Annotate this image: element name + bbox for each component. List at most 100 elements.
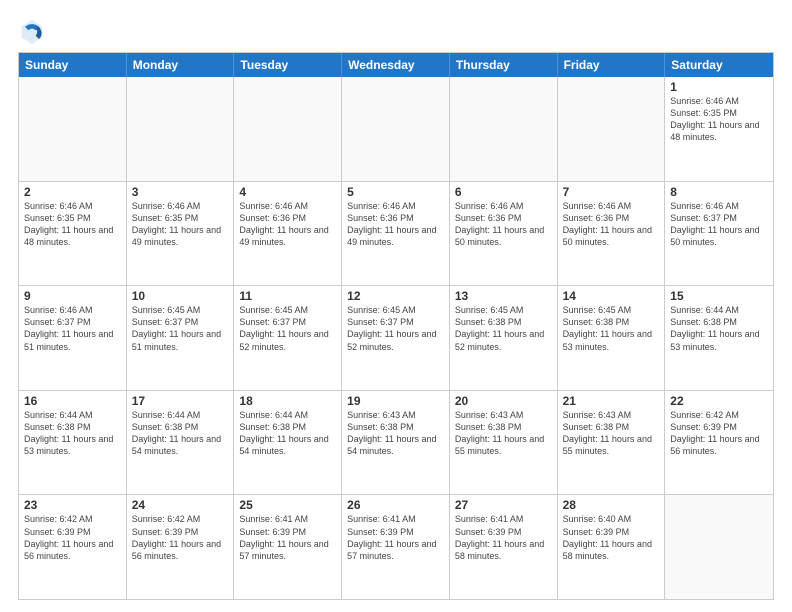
calendar-cell: 19Sunrise: 6:43 AM Sunset: 6:38 PM Dayli… — [342, 391, 450, 495]
cell-info: Sunrise: 6:43 AM Sunset: 6:38 PM Dayligh… — [563, 409, 660, 458]
calendar-cell: 27Sunrise: 6:41 AM Sunset: 6:39 PM Dayli… — [450, 495, 558, 599]
cell-info: Sunrise: 6:46 AM Sunset: 6:37 PM Dayligh… — [670, 200, 768, 249]
header-day-tuesday: Tuesday — [234, 53, 342, 77]
calendar: SundayMondayTuesdayWednesdayThursdayFrid… — [18, 52, 774, 600]
calendar-row-0: 1Sunrise: 6:46 AM Sunset: 6:35 PM Daylig… — [19, 77, 773, 181]
cell-info: Sunrise: 6:44 AM Sunset: 6:38 PM Dayligh… — [132, 409, 229, 458]
day-number: 5 — [347, 185, 444, 199]
day-number: 9 — [24, 289, 121, 303]
calendar-cell: 25Sunrise: 6:41 AM Sunset: 6:39 PM Dayli… — [234, 495, 342, 599]
calendar-cell: 22Sunrise: 6:42 AM Sunset: 6:39 PM Dayli… — [665, 391, 773, 495]
calendar-cell: 26Sunrise: 6:41 AM Sunset: 6:39 PM Dayli… — [342, 495, 450, 599]
cell-info: Sunrise: 6:41 AM Sunset: 6:39 PM Dayligh… — [239, 513, 336, 562]
header-day-friday: Friday — [558, 53, 666, 77]
day-number: 11 — [239, 289, 336, 303]
cell-info: Sunrise: 6:46 AM Sunset: 6:37 PM Dayligh… — [24, 304, 121, 353]
calendar-cell: 18Sunrise: 6:44 AM Sunset: 6:38 PM Dayli… — [234, 391, 342, 495]
cell-info: Sunrise: 6:41 AM Sunset: 6:39 PM Dayligh… — [455, 513, 552, 562]
header-day-thursday: Thursday — [450, 53, 558, 77]
generalblue-logo-icon — [18, 18, 46, 46]
cell-info: Sunrise: 6:41 AM Sunset: 6:39 PM Dayligh… — [347, 513, 444, 562]
cell-info: Sunrise: 6:42 AM Sunset: 6:39 PM Dayligh… — [670, 409, 768, 458]
day-number: 6 — [455, 185, 552, 199]
cell-info: Sunrise: 6:46 AM Sunset: 6:35 PM Dayligh… — [670, 95, 768, 144]
calendar-cell: 7Sunrise: 6:46 AM Sunset: 6:36 PM Daylig… — [558, 182, 666, 286]
day-number: 20 — [455, 394, 552, 408]
header — [18, 18, 774, 46]
day-number: 13 — [455, 289, 552, 303]
day-number: 16 — [24, 394, 121, 408]
cell-info: Sunrise: 6:46 AM Sunset: 6:35 PM Dayligh… — [132, 200, 229, 249]
day-number: 14 — [563, 289, 660, 303]
day-number: 26 — [347, 498, 444, 512]
calendar-row-4: 23Sunrise: 6:42 AM Sunset: 6:39 PM Dayli… — [19, 494, 773, 599]
calendar-cell: 12Sunrise: 6:45 AM Sunset: 6:37 PM Dayli… — [342, 286, 450, 390]
cell-info: Sunrise: 6:45 AM Sunset: 6:37 PM Dayligh… — [347, 304, 444, 353]
calendar-body: 1Sunrise: 6:46 AM Sunset: 6:35 PM Daylig… — [19, 77, 773, 599]
cell-info: Sunrise: 6:44 AM Sunset: 6:38 PM Dayligh… — [239, 409, 336, 458]
day-number: 22 — [670, 394, 768, 408]
calendar-cell: 14Sunrise: 6:45 AM Sunset: 6:38 PM Dayli… — [558, 286, 666, 390]
day-number: 21 — [563, 394, 660, 408]
calendar-header: SundayMondayTuesdayWednesdayThursdayFrid… — [19, 53, 773, 77]
calendar-cell: 17Sunrise: 6:44 AM Sunset: 6:38 PM Dayli… — [127, 391, 235, 495]
day-number: 28 — [563, 498, 660, 512]
calendar-cell: 21Sunrise: 6:43 AM Sunset: 6:38 PM Dayli… — [558, 391, 666, 495]
header-day-sunday: Sunday — [19, 53, 127, 77]
calendar-row-3: 16Sunrise: 6:44 AM Sunset: 6:38 PM Dayli… — [19, 390, 773, 495]
cell-info: Sunrise: 6:44 AM Sunset: 6:38 PM Dayligh… — [670, 304, 768, 353]
day-number: 15 — [670, 289, 768, 303]
logo — [18, 18, 50, 46]
cell-info: Sunrise: 6:43 AM Sunset: 6:38 PM Dayligh… — [347, 409, 444, 458]
calendar-cell: 23Sunrise: 6:42 AM Sunset: 6:39 PM Dayli… — [19, 495, 127, 599]
day-number: 17 — [132, 394, 229, 408]
calendar-cell — [342, 77, 450, 181]
calendar-cell — [450, 77, 558, 181]
day-number: 7 — [563, 185, 660, 199]
calendar-cell — [665, 495, 773, 599]
day-number: 18 — [239, 394, 336, 408]
cell-info: Sunrise: 6:42 AM Sunset: 6:39 PM Dayligh… — [24, 513, 121, 562]
calendar-cell: 13Sunrise: 6:45 AM Sunset: 6:38 PM Dayli… — [450, 286, 558, 390]
calendar-row-2: 9Sunrise: 6:46 AM Sunset: 6:37 PM Daylig… — [19, 285, 773, 390]
day-number: 8 — [670, 185, 768, 199]
calendar-cell: 15Sunrise: 6:44 AM Sunset: 6:38 PM Dayli… — [665, 286, 773, 390]
day-number: 27 — [455, 498, 552, 512]
calendar-cell — [558, 77, 666, 181]
calendar-cell: 2Sunrise: 6:46 AM Sunset: 6:35 PM Daylig… — [19, 182, 127, 286]
calendar-cell: 16Sunrise: 6:44 AM Sunset: 6:38 PM Dayli… — [19, 391, 127, 495]
day-number: 2 — [24, 185, 121, 199]
day-number: 3 — [132, 185, 229, 199]
cell-info: Sunrise: 6:46 AM Sunset: 6:35 PM Dayligh… — [24, 200, 121, 249]
calendar-cell: 28Sunrise: 6:40 AM Sunset: 6:39 PM Dayli… — [558, 495, 666, 599]
calendar-cell: 11Sunrise: 6:45 AM Sunset: 6:37 PM Dayli… — [234, 286, 342, 390]
calendar-cell: 10Sunrise: 6:45 AM Sunset: 6:37 PM Dayli… — [127, 286, 235, 390]
calendar-cell: 4Sunrise: 6:46 AM Sunset: 6:36 PM Daylig… — [234, 182, 342, 286]
cell-info: Sunrise: 6:46 AM Sunset: 6:36 PM Dayligh… — [455, 200, 552, 249]
calendar-cell: 1Sunrise: 6:46 AM Sunset: 6:35 PM Daylig… — [665, 77, 773, 181]
calendar-cell — [19, 77, 127, 181]
cell-info: Sunrise: 6:46 AM Sunset: 6:36 PM Dayligh… — [239, 200, 336, 249]
calendar-cell: 6Sunrise: 6:46 AM Sunset: 6:36 PM Daylig… — [450, 182, 558, 286]
day-number: 1 — [670, 80, 768, 94]
header-day-wednesday: Wednesday — [342, 53, 450, 77]
page: SundayMondayTuesdayWednesdayThursdayFrid… — [0, 0, 792, 612]
calendar-cell — [127, 77, 235, 181]
day-number: 4 — [239, 185, 336, 199]
day-number: 19 — [347, 394, 444, 408]
calendar-cell — [234, 77, 342, 181]
cell-info: Sunrise: 6:46 AM Sunset: 6:36 PM Dayligh… — [347, 200, 444, 249]
calendar-cell: 9Sunrise: 6:46 AM Sunset: 6:37 PM Daylig… — [19, 286, 127, 390]
calendar-cell: 3Sunrise: 6:46 AM Sunset: 6:35 PM Daylig… — [127, 182, 235, 286]
cell-info: Sunrise: 6:45 AM Sunset: 6:38 PM Dayligh… — [563, 304, 660, 353]
cell-info: Sunrise: 6:40 AM Sunset: 6:39 PM Dayligh… — [563, 513, 660, 562]
calendar-row-1: 2Sunrise: 6:46 AM Sunset: 6:35 PM Daylig… — [19, 181, 773, 286]
day-number: 23 — [24, 498, 121, 512]
calendar-cell: 8Sunrise: 6:46 AM Sunset: 6:37 PM Daylig… — [665, 182, 773, 286]
day-number: 12 — [347, 289, 444, 303]
cell-info: Sunrise: 6:42 AM Sunset: 6:39 PM Dayligh… — [132, 513, 229, 562]
cell-info: Sunrise: 6:44 AM Sunset: 6:38 PM Dayligh… — [24, 409, 121, 458]
cell-info: Sunrise: 6:45 AM Sunset: 6:37 PM Dayligh… — [239, 304, 336, 353]
calendar-cell: 24Sunrise: 6:42 AM Sunset: 6:39 PM Dayli… — [127, 495, 235, 599]
header-day-saturday: Saturday — [665, 53, 773, 77]
